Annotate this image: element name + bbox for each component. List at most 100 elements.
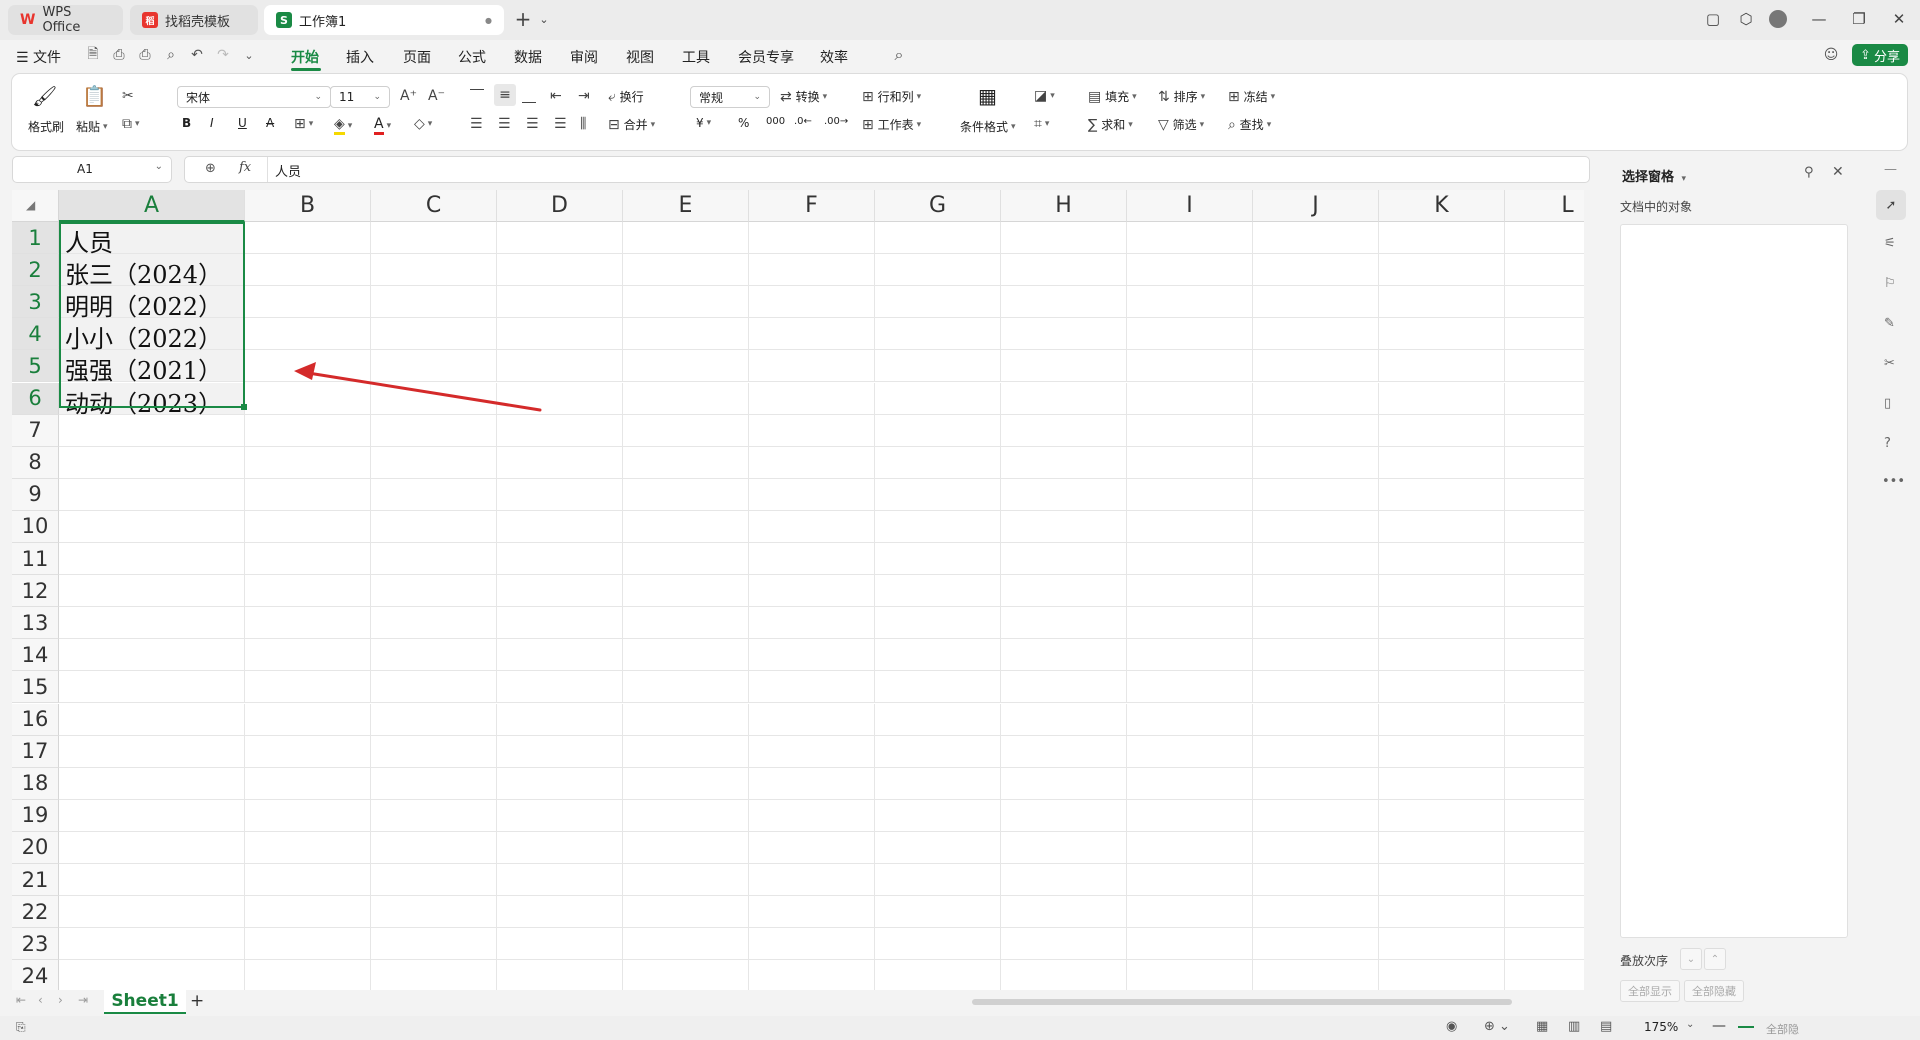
cell-style-icon[interactable]: ◪ ▾ [1034,88,1055,104]
page-layout-icon[interactable]: ▥ [1568,1019,1580,1034]
convert-button[interactable]: ⇄ 转换 ▾ [780,88,827,105]
add-sheet-button[interactable]: + [190,991,204,1011]
page-break-icon[interactable]: ▤ [1600,1019,1612,1034]
zoom-formula-icon[interactable]: ⊕ [205,161,216,176]
comment-icon[interactable]: ☺ [1822,46,1840,64]
edit-icon[interactable]: ✎ [1884,316,1895,331]
decrease-font-icon[interactable]: A⁻ [428,88,445,104]
tab-wps-office[interactable]: W WPS Office [8,5,123,35]
zoom-slider[interactable] [1738,1026,1754,1028]
macro-icon[interactable]: ⎘ [16,1020,26,1035]
align-top-icon[interactable]: ⎺ [470,88,484,104]
move-up-icon[interactable]: ⌃ [1704,948,1726,970]
first-sheet-icon[interactable]: ⇤ [16,993,26,1007]
save-icon[interactable]: 🗎 [84,46,102,64]
decrease-indent-icon[interactable]: ⇤ [550,88,562,104]
menu-page[interactable]: 页面 [403,47,431,67]
normal-view-icon[interactable]: ▦ [1536,1019,1548,1034]
menu-efficiency[interactable]: 效率 [820,47,848,67]
bold-button[interactable]: B [182,116,191,130]
copy-icon[interactable]: ⧉ ▾ [122,116,140,132]
menu-view[interactable]: 视图 [626,47,654,67]
locate-icon[interactable]: ⊕ ⌄ [1484,1019,1510,1034]
fullscreen-button[interactable]: 全部隐 [1766,1021,1799,1037]
book-icon[interactable]: ▯ [1884,396,1891,411]
menu-home[interactable]: 开始 [291,47,319,67]
cube-icon[interactable]: ⬡ [1735,8,1757,30]
show-all-button[interactable]: 全部显示 [1620,980,1680,1002]
number-format-select[interactable]: 常规 ⌄ [690,86,770,108]
font-size-select[interactable]: 11 ⌄ [330,86,390,108]
fill-color-icon[interactable]: ◈ ▾ [334,116,352,135]
formula-bar[interactable]: ⊕ fx 人员 [184,156,1590,183]
borders-icon[interactable]: ⊞ ▾ [294,116,313,132]
wrap-text-button[interactable]: ⤶ 换行 [608,88,644,105]
zoom-level[interactable]: 175% [1644,1020,1678,1034]
zoom-out-button[interactable]: — [1712,1018,1726,1034]
menu-formula[interactable]: 公式 [458,47,486,67]
fill-button[interactable]: ▤ 填充 ▾ [1088,88,1137,105]
clear-format-icon[interactable]: ◇ ▾ [414,116,432,132]
pin-icon[interactable]: ⚲ [1804,165,1814,180]
share-button[interactable]: ⇪ 分享 [1852,44,1908,66]
increase-font-icon[interactable]: A⁺ [400,88,417,104]
tools-icon[interactable]: ✂ [1884,356,1895,371]
menu-review[interactable]: 审阅 [570,47,598,67]
thousands-icon[interactable]: 000 [766,116,785,127]
minimize-icon[interactable]: — [1808,8,1830,30]
file-menu[interactable]: ☰ 文件 [16,47,61,67]
horizontal-scroll-thumb[interactable] [972,999,1512,1005]
quick-access-chevron-icon[interactable]: ⌄ [240,46,258,64]
search-icon[interactable]: ⌕ [890,45,908,64]
eye-icon[interactable]: ◉ [1446,1019,1457,1034]
tab-template[interactable]: 稻 找稻壳模板 [130,5,258,35]
zoom-chevron-icon[interactable]: ⌄ [1686,1019,1694,1030]
format-painter-button[interactable]: 格式刷 [28,118,64,135]
currency-button[interactable]: ¥ ▾ [696,116,711,130]
paste-button[interactable]: 粘贴 ▾ [76,118,108,135]
font-name-select[interactable]: 宋体 ⌄ [177,86,331,108]
decrease-decimal-icon[interactable]: .00→ [824,116,848,127]
worksheet-button[interactable]: ⊞ 工作表 ▾ [862,116,921,133]
print-icon[interactable]: ⎙ [136,46,154,64]
menu-vip[interactable]: 会员专享 [738,47,794,67]
font-color-icon[interactable]: A ▾ [374,116,391,135]
new-tab-button[interactable]: + [512,7,534,31]
tab-workbook[interactable]: S 工作簿1 ● [264,5,504,35]
distribute-icon[interactable]: ⫼ [580,116,586,132]
underline-button[interactable]: U [238,116,247,130]
export-icon[interactable]: ⎙ [110,46,128,64]
strikethrough-button[interactable]: A [266,116,274,130]
close-pane-icon[interactable]: ✕ [1832,164,1844,180]
next-sheet-icon[interactable]: › [58,993,63,1007]
cut-icon[interactable]: ✂ [122,88,134,104]
hide-all-button[interactable]: 全部隐藏 [1684,980,1744,1002]
restore-icon[interactable]: ❐ [1848,8,1870,30]
sort-button[interactable]: ⇅ 排序 ▾ [1158,88,1205,105]
chevron-down-icon[interactable]: ⌄ [155,161,163,172]
undo-icon[interactable]: ↶ [188,46,206,64]
pane-title[interactable]: 选择窗格 ▾ [1622,166,1686,185]
align-right-icon[interactable]: ☰ [526,116,539,132]
increase-indent-icon[interactable]: ⇥ [578,88,590,104]
justify-icon[interactable]: ☰ [554,116,567,132]
sheet-tab-sheet1[interactable]: Sheet1 [104,990,186,1014]
find-button[interactable]: ⌕ 查找 ▾ [1228,116,1271,133]
cell-border-icon[interactable]: ⌗ ▾ [1034,116,1049,132]
row-col-button[interactable]: ⊞ 行和列 ▾ [862,88,921,105]
help-icon[interactable]: ? [1884,436,1891,451]
objects-list[interactable] [1620,224,1848,938]
select-pointer-icon[interactable]: ➚ [1876,190,1906,220]
collapse-icon[interactable]: — [1884,162,1897,177]
merge-button[interactable]: ⊟ 合并 ▾ [608,116,655,133]
fx-icon[interactable]: fx [239,160,251,175]
avatar[interactable] [1767,8,1789,30]
name-box[interactable]: A1 ⌄ [12,156,172,183]
more-icon[interactable]: ••• [1882,474,1905,489]
last-sheet-icon[interactable]: ⇥ [78,993,88,1007]
cond-format-button[interactable]: 条件格式 ▾ [960,118,1016,135]
move-down-icon[interactable]: ⌄ [1680,948,1702,970]
adjust-icon[interactable]: ⚟ [1884,236,1896,251]
prev-sheet-icon[interactable]: ‹ [38,993,43,1007]
align-left-icon[interactable]: ☰ [470,116,483,132]
